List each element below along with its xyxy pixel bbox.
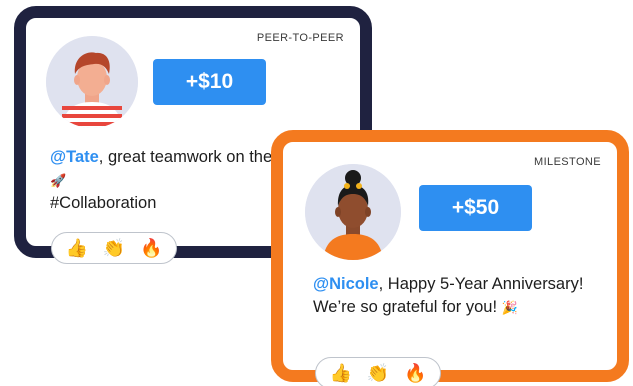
- user-mention[interactable]: @Tate: [50, 148, 99, 166]
- reaction-bar: 👍 👏 🔥: [315, 357, 441, 386]
- avatar: [46, 36, 138, 128]
- reward-amount-badge: +$10: [153, 59, 266, 105]
- thumbs-up-icon[interactable]: 👍: [65, 239, 87, 257]
- recognition-message: @Nicole, Happy 5-Year Anniversary! We’re…: [313, 273, 613, 319]
- fire-icon[interactable]: 🔥: [404, 364, 426, 382]
- user-mention[interactable]: @Nicole: [313, 275, 379, 293]
- recognition-stage: PEER-TO-PEER +$10 @Tate, great teamwork …: [0, 0, 633, 386]
- party-popper-icon: 🎉: [501, 300, 518, 315]
- reaction-bar: 👍 👏 🔥: [51, 232, 177, 264]
- fire-icon[interactable]: 🔥: [140, 239, 162, 257]
- person-avatar-icon: [305, 164, 401, 260]
- avatar: [305, 164, 401, 260]
- card-type-tag: PEER-TO-PEER: [256, 32, 344, 44]
- clapping-hands-icon[interactable]: 👏: [367, 364, 389, 382]
- rocket-icon: 🚀: [50, 173, 67, 188]
- person-avatar-icon: [46, 36, 138, 128]
- reward-amount-badge: +$50: [419, 185, 532, 231]
- clapping-hands-icon[interactable]: 👏: [103, 239, 125, 257]
- thumbs-up-icon[interactable]: 👍: [329, 364, 351, 382]
- hashtag[interactable]: #Collaboration: [50, 194, 156, 212]
- recognition-card-milestone: MILESTONE +$50 @Nicole, Happy 5-Year Ann…: [271, 130, 629, 386]
- card-type-tag: MILESTONE: [534, 156, 601, 168]
